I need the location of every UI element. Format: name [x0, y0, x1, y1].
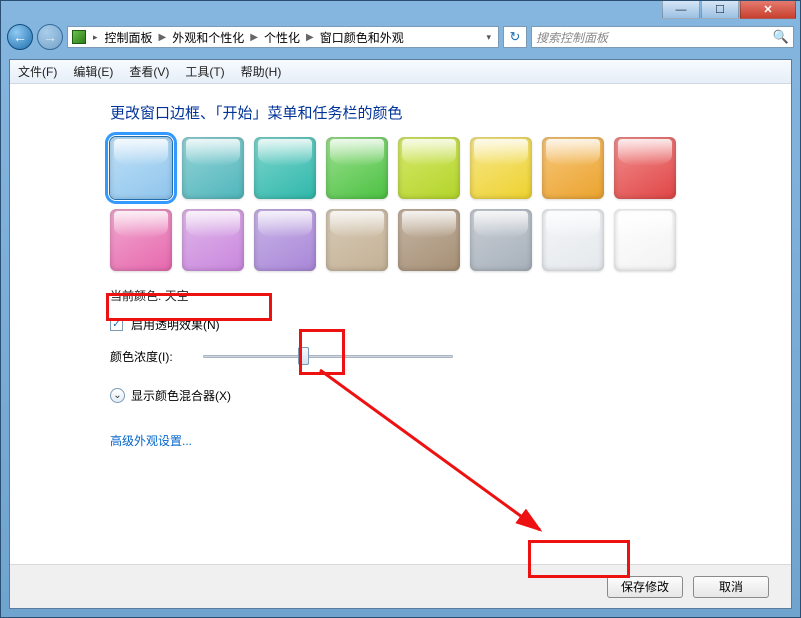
search-placeholder: 搜索控制面板 — [536, 29, 608, 46]
page-title: 更改窗口边框、「开始」菜单和任务栏的颜色 — [110, 102, 771, 123]
refresh-button[interactable]: ↻ — [503, 26, 527, 48]
forward-icon: → — [43, 29, 57, 45]
color-swatch-7[interactable] — [614, 137, 676, 199]
save-button[interactable]: 保存修改 — [607, 576, 683, 598]
dialog-footer: 保存修改 取消 — [10, 564, 791, 608]
back-button[interactable]: ← — [7, 24, 33, 50]
menu-view[interactable]: 查看(V) — [129, 63, 169, 80]
color-swatch-1[interactable] — [182, 137, 244, 199]
transparency-row: ✓ 启用透明效果(N) — [110, 316, 771, 333]
check-icon: ✓ — [112, 319, 120, 330]
color-swatch-14[interactable] — [542, 209, 604, 271]
close-button[interactable]: ✕ — [740, 1, 796, 19]
color-swatch-6[interactable] — [542, 137, 604, 199]
color-mixer-expander[interactable]: ⌄ 显示颜色混合器(X) — [110, 387, 771, 404]
refresh-icon: ↻ — [510, 29, 521, 45]
explorer-window: — ☐ ✕ ← → ▸ 控制面板 ▶ 外观和个性化 ▶ 个性化 ▶ 窗口颜色和外… — [0, 0, 801, 618]
color-swatch-8[interactable] — [110, 209, 172, 271]
chevron-down-icon[interactable]: ▾ — [483, 32, 494, 43]
breadcrumb-sep: ▶ — [157, 32, 169, 43]
address-bar[interactable]: ▸ 控制面板 ▶ 外观和个性化 ▶ 个性化 ▶ 窗口颜色和外观 ▾ — [67, 26, 499, 48]
back-icon: ← — [13, 29, 27, 45]
search-input[interactable]: 搜索控制面板 🔍 — [531, 26, 794, 48]
color-swatch-13[interactable] — [470, 209, 532, 271]
cancel-button[interactable]: 取消 — [693, 576, 769, 598]
color-swatch-15[interactable] — [614, 209, 676, 271]
intensity-label: 颜色浓度(I): — [110, 348, 173, 365]
breadcrumb-item[interactable]: 控制面板 — [105, 29, 153, 46]
color-mixer-label: 显示颜色混合器(X) — [131, 387, 231, 404]
maximize-button[interactable]: ☐ — [701, 1, 739, 19]
color-swatch-11[interactable] — [326, 209, 388, 271]
chevron-down-icon: ⌄ — [110, 388, 125, 403]
color-swatch-4[interactable] — [398, 137, 460, 199]
intensity-row: 颜色浓度(I): — [110, 347, 771, 365]
content-frame: 文件(F) 编辑(E) 查看(V) 工具(T) 帮助(H) 更改窗口边框、「开始… — [9, 59, 792, 609]
current-color-value: 天空 — [165, 289, 189, 303]
breadcrumb-item[interactable]: 外观和个性化 — [172, 29, 244, 46]
search-icon: 🔍 — [773, 29, 789, 45]
transparency-checkbox[interactable]: ✓ — [110, 318, 123, 331]
color-swatch-0[interactable] — [110, 137, 172, 199]
chevron-right-icon: ▸ — [90, 32, 101, 43]
color-swatch-10[interactable] — [254, 209, 316, 271]
color-swatch-5[interactable] — [470, 137, 532, 199]
maximize-icon: ☐ — [715, 3, 725, 16]
breadcrumb-sep: ▶ — [304, 32, 316, 43]
menu-tools[interactable]: 工具(T) — [185, 63, 224, 80]
minimize-icon: — — [676, 4, 687, 16]
control-panel-icon — [72, 30, 86, 44]
color-swatch-9[interactable] — [182, 209, 244, 271]
minimize-button[interactable]: — — [662, 1, 700, 19]
current-color-row: 当前颜色: 天空 — [110, 287, 771, 304]
menu-file[interactable]: 文件(F) — [18, 63, 57, 80]
color-swatch-12[interactable] — [398, 209, 460, 271]
content-area: 更改窗口边框、「开始」菜单和任务栏的颜色 当前颜色: 天空 ✓ 启用透明效果(N… — [10, 84, 791, 564]
advanced-appearance-link[interactable]: 高级外观设置... — [110, 432, 192, 449]
titlebar: — ☐ ✕ — [1, 1, 800, 21]
breadcrumb-item[interactable]: 个性化 — [264, 29, 300, 46]
color-swatch-2[interactable] — [254, 137, 316, 199]
close-icon: ✕ — [763, 3, 772, 16]
menu-help[interactable]: 帮助(H) — [241, 63, 282, 80]
transparency-label: 启用透明效果(N) — [131, 316, 220, 333]
intensity-slider[interactable] — [203, 347, 453, 365]
breadcrumb-sep: ▶ — [248, 32, 260, 43]
forward-button[interactable]: → — [37, 24, 63, 50]
color-swatch-grid — [110, 137, 771, 271]
breadcrumb-item[interactable]: 窗口颜色和外观 — [320, 29, 404, 46]
menu-bar: 文件(F) 编辑(E) 查看(V) 工具(T) 帮助(H) — [10, 60, 791, 84]
color-swatch-3[interactable] — [326, 137, 388, 199]
menu-edit[interactable]: 编辑(E) — [73, 63, 113, 80]
slider-thumb[interactable] — [298, 347, 309, 365]
slider-track — [203, 355, 453, 358]
current-color-label: 当前颜色: — [110, 289, 161, 303]
navbar: ← → ▸ 控制面板 ▶ 外观和个性化 ▶ 个性化 ▶ 窗口颜色和外观 ▾ ↻ … — [1, 21, 800, 53]
